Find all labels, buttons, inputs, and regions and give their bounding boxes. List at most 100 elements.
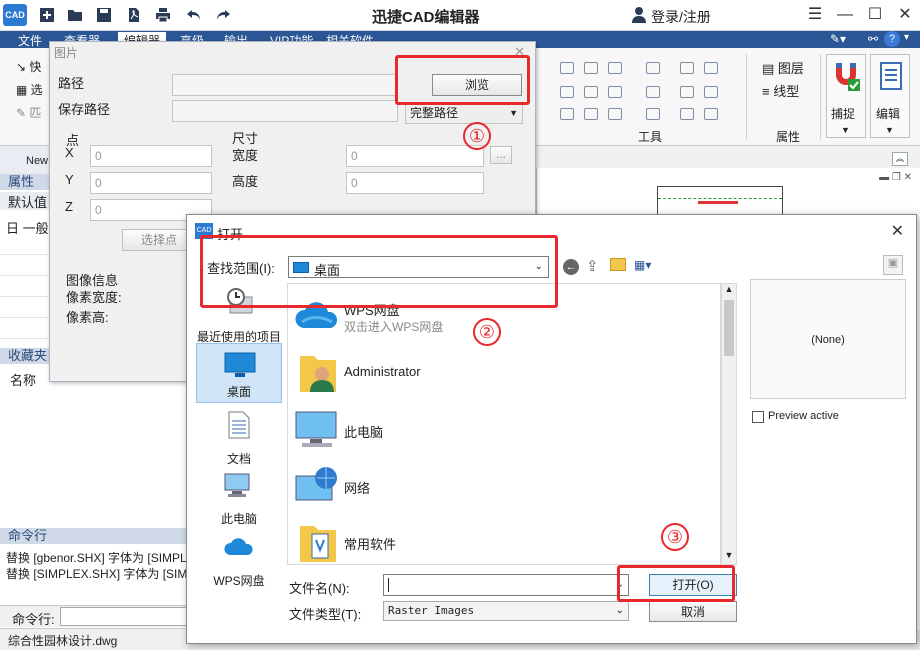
file-list-scrollbar[interactable]: ▲ ▼ [721, 283, 737, 565]
height-field[interactable]: 0 [346, 172, 484, 194]
preview-active-checkbox[interactable] [752, 411, 764, 423]
cloud-icon [224, 538, 253, 555]
mirror-icon[interactable] [608, 62, 622, 74]
pdf-icon[interactable] [126, 7, 142, 23]
stretch-icon[interactable] [584, 86, 598, 98]
maximize-icon[interactable]: ☐ [862, 3, 888, 27]
chevron-down-icon: ▼ [885, 125, 894, 135]
close-icon[interactable]: ✕ [892, 3, 918, 27]
tab-file[interactable]: 文件 [18, 32, 42, 49]
command-output-line: 替换 [gbenor.SHX] 字体为 [SIMPL [6, 551, 187, 565]
scrollbar-thumb[interactable] [724, 300, 734, 356]
join-icon[interactable] [704, 86, 718, 98]
path-field[interactable] [172, 74, 398, 96]
filename-input[interactable]: ⌄ [383, 574, 629, 596]
title-bar: CAD 迅捷CAD编辑器 登录/注册 ☰ — ☐ ✕ [0, 0, 920, 31]
trim-icon[interactable] [608, 86, 622, 98]
menu-icon[interactable]: ☰ [802, 3, 828, 27]
login-link[interactable]: 登录/注册 [651, 7, 711, 27]
annotation-box-1 [395, 55, 530, 105]
open-folder-icon[interactable] [67, 7, 83, 23]
place-wps-cloud[interactable]: WPS网盘 [196, 529, 282, 591]
minimize-icon[interactable]: — [832, 3, 858, 27]
scale-icon[interactable] [704, 62, 718, 74]
folder-icon [300, 526, 336, 562]
help-icon[interactable]: ? [884, 31, 900, 47]
save-icon[interactable] [96, 7, 112, 23]
magnet-icon [836, 63, 860, 91]
command-input[interactable] [60, 607, 188, 626]
rotate-icon[interactable] [584, 62, 598, 74]
place-wps-cloud-label: WPS网盘 [213, 574, 265, 588]
help-dropdown-icon[interactable]: ▾ [904, 32, 909, 43]
computer-icon [224, 473, 250, 497]
print-icon[interactable] [155, 7, 171, 23]
erase-icon[interactable] [646, 108, 660, 120]
path-type-select[interactable]: 完整路径 ▼ [405, 102, 523, 124]
width-label: 宽度 [232, 148, 259, 163]
chevron-down-icon: ▼ [841, 125, 850, 135]
new-folder-icon[interactable] [610, 258, 626, 271]
chamfer-icon[interactable] [560, 108, 574, 120]
select-point-button[interactable]: 选择点 [122, 229, 196, 251]
chevron-down-icon: ⌄ [615, 605, 624, 616]
size-options-button[interactable]: ... [490, 146, 512, 164]
lengthen-icon[interactable] [680, 108, 694, 120]
width-field[interactable]: 0 [346, 145, 484, 167]
height-label: 高度 [232, 174, 259, 189]
x-field[interactable]: 0 [90, 145, 212, 167]
back-icon[interactable]: ← [563, 259, 579, 275]
list-item[interactable]: 常用软件 [288, 516, 708, 564]
link-icon[interactable]: ⚯ [868, 32, 878, 46]
list-item[interactable]: 网络 [288, 460, 708, 515]
layers-button[interactable]: ▤ 图层 [762, 58, 804, 77]
y-field[interactable]: 0 [90, 172, 212, 194]
preview-pane: (None) [750, 279, 906, 399]
break-icon[interactable] [680, 86, 694, 98]
close-icon[interactable]: ✕ [891, 221, 904, 241]
collapse-ribbon-icon[interactable]: ︽ [892, 152, 908, 166]
save-path-field[interactable] [172, 100, 398, 122]
drawing-window-controls[interactable]: ▬ ❐ ✕ [879, 172, 912, 183]
extend-icon[interactable] [646, 86, 660, 98]
place-desktop-label: 桌面 [226, 385, 251, 399]
copy-icon[interactable] [680, 62, 694, 74]
filetype-select[interactable]: Raster Images ⌄ [383, 601, 629, 621]
title-block-header [658, 187, 782, 199]
file-list[interactable]: WPS网盘 双击进入WPS网盘 Administrator 此电脑 网络 常用软… [287, 283, 721, 565]
capture-button[interactable]: 捕捉 ▼ [826, 54, 866, 138]
ribbon-group-properties: 属性 [776, 130, 801, 144]
command-input-row: 命令行: [0, 605, 190, 627]
list-item[interactable]: 此电脑 [288, 404, 708, 459]
computer-icon [295, 411, 337, 447]
ribbon-select-item[interactable]: ▦ 选 [16, 81, 43, 98]
place-documents[interactable]: 文档 [196, 407, 282, 469]
list-item[interactable]: Administrator [288, 346, 708, 401]
tab-new[interactable]: New [26, 155, 48, 167]
preview-toggle-icon[interactable]: ▣ [883, 255, 903, 275]
fillet-icon[interactable] [584, 108, 598, 120]
scroll-up-icon[interactable]: ▲ [722, 284, 736, 298]
edit-button[interactable]: 编辑 ▼ [870, 54, 910, 138]
undo-icon[interactable] [186, 7, 202, 23]
place-this-pc[interactable]: 此电脑 [196, 467, 282, 529]
place-desktop[interactable]: 桌面 [196, 343, 282, 403]
save-path-label: 保存路径 [58, 102, 111, 117]
document-edit-icon [880, 62, 902, 90]
linetype-button[interactable]: ≡ 线型 [762, 81, 799, 100]
explode-icon[interactable] [608, 108, 622, 120]
ribbon-match-item[interactable]: ✎ 匹 [16, 104, 41, 121]
redo-icon[interactable] [215, 7, 231, 23]
array-icon[interactable] [646, 62, 660, 74]
new-file-icon[interactable] [39, 7, 55, 23]
offset-icon[interactable] [560, 86, 574, 98]
up-folder-icon[interactable]: ⇪ [586, 257, 599, 275]
view-menu-icon[interactable]: ▦▾ [634, 258, 651, 272]
command-header: 命令行 [0, 528, 190, 544]
align-icon[interactable] [704, 108, 718, 120]
cancel-button[interactable]: 取消 [649, 601, 737, 622]
move-icon[interactable] [560, 62, 574, 74]
scroll-down-icon[interactable]: ▼ [722, 550, 736, 564]
ribbon-quick-item[interactable]: ↘ 快 [16, 58, 41, 75]
ribbon-options-icon[interactable]: ✎▾ [830, 32, 846, 46]
